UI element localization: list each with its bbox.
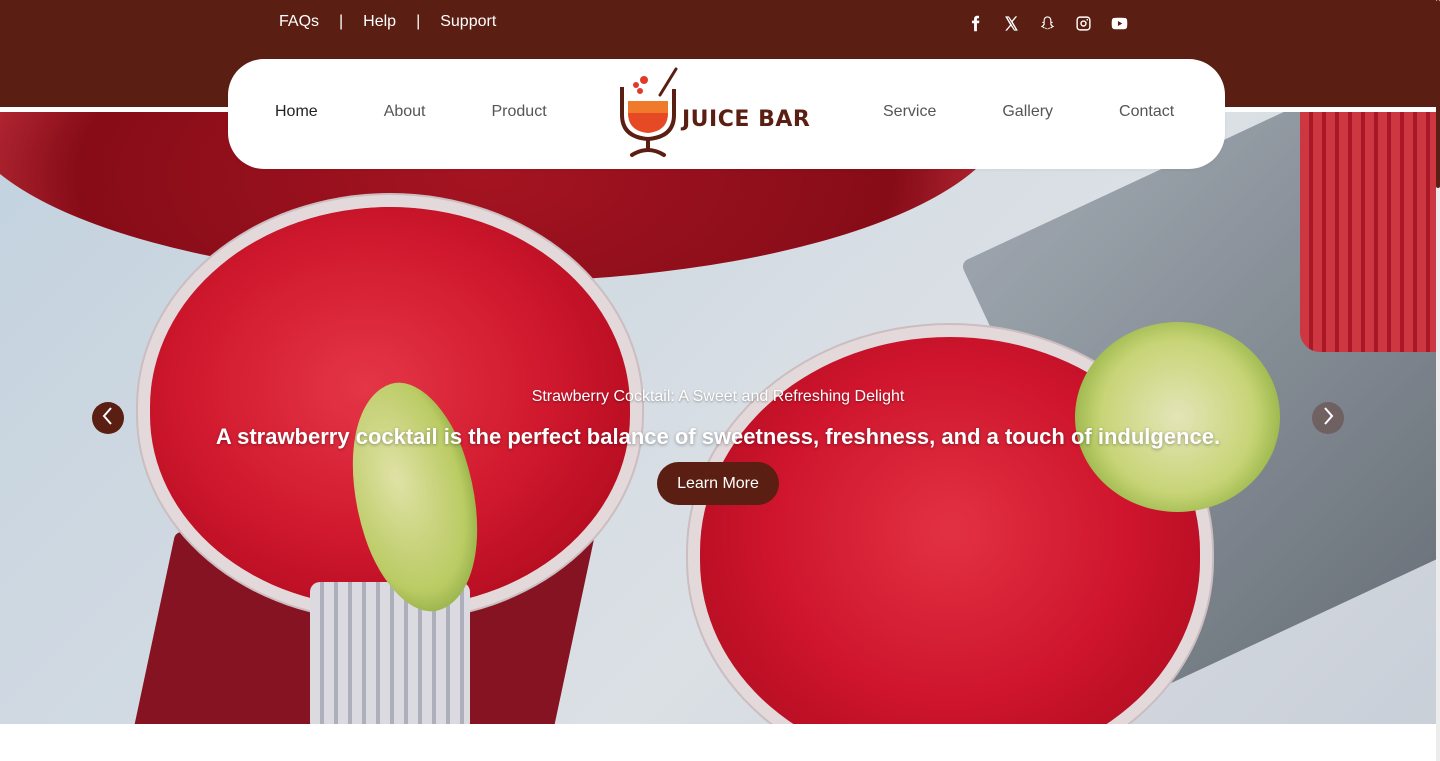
nav-service[interactable]: Service: [883, 103, 936, 121]
nav-right-group: Service Gallery Contact: [883, 103, 1174, 121]
nav-contact[interactable]: Contact: [1119, 103, 1174, 121]
x-icon[interactable]: [1002, 12, 1020, 34]
faqs-link[interactable]: FAQs: [279, 13, 319, 31]
separator: |: [416, 13, 421, 30]
top-links: FAQs | Help | Support: [279, 13, 496, 31]
support-link[interactable]: Support: [440, 13, 496, 31]
help-link[interactable]: Help: [363, 13, 396, 31]
carousel-prev-button[interactable]: [92, 402, 124, 434]
main-navbar: Home About Product JUICE BAR Service Gal…: [228, 59, 1225, 169]
nav-left-group: Home About Product: [275, 103, 547, 121]
chevron-right-icon: [1320, 406, 1336, 431]
nav-product[interactable]: Product: [492, 103, 547, 121]
chevron-left-icon: [100, 406, 116, 431]
instagram-icon[interactable]: [1074, 12, 1092, 34]
hero-slider: Strawberry Cocktail: A Sweet and Refresh…: [0, 112, 1436, 724]
separator: |: [339, 13, 344, 30]
hero-subtitle: Strawberry Cocktail: A Sweet and Refresh…: [531, 388, 905, 405]
youtube-icon[interactable]: [1110, 12, 1128, 34]
hero-caption: Strawberry Cocktail: A Sweet and Refresh…: [0, 388, 1436, 450]
learn-more-button[interactable]: Learn More: [657, 462, 779, 505]
juice-bar-logo[interactable]: JUICE BAR: [618, 67, 818, 163]
nav-about[interactable]: About: [384, 103, 426, 121]
logo-text: JUICE BAR: [682, 107, 811, 132]
social-icons: [966, 12, 1128, 34]
nav-home[interactable]: Home: [275, 103, 318, 121]
hero-title: A strawberry cocktail is the perfect bal…: [215, 424, 1221, 449]
scrollbar-thumb[interactable]: [1436, 0, 1440, 188]
carousel-next-button[interactable]: [1312, 402, 1344, 434]
snapchat-icon[interactable]: [1038, 12, 1056, 34]
juice-cup-icon: [620, 67, 678, 157]
nav-gallery[interactable]: Gallery: [1002, 103, 1053, 121]
scrollbar[interactable]: [1436, 0, 1440, 761]
facebook-icon[interactable]: [966, 12, 984, 34]
page: FAQs | Help | Support Strawberry Cocktai…: [0, 0, 1440, 761]
